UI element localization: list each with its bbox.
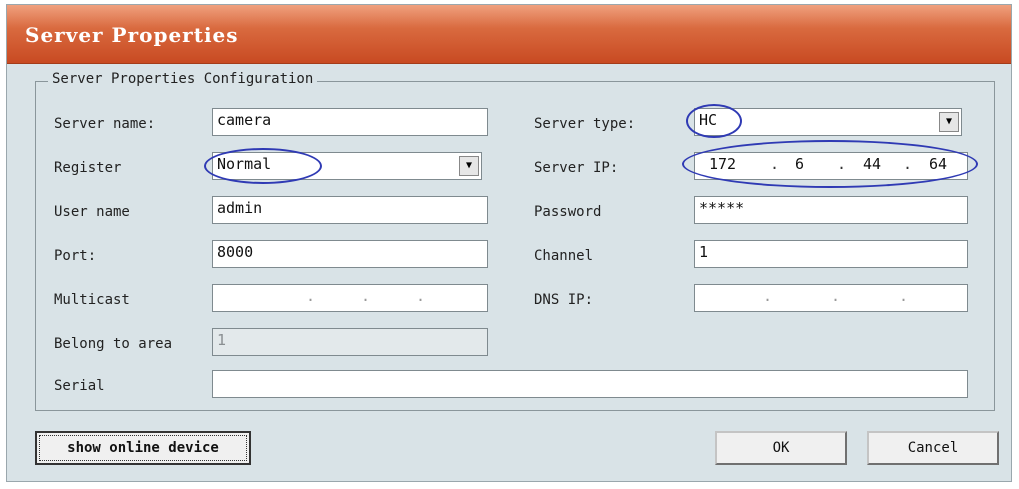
server-type-select[interactable]: HC ▼: [694, 108, 962, 136]
server-ip-input[interactable]: 172 . 6 . 44 . 64: [694, 152, 968, 180]
channel-label: Channel: [534, 248, 594, 264]
password-input[interactable]: *****: [694, 196, 968, 224]
multicast-label: Multicast: [54, 292, 130, 308]
register-value: Normal: [217, 155, 272, 173]
server-ip-octet-4[interactable]: 64: [929, 155, 947, 173]
show-online-device-button[interactable]: show online device: [35, 431, 251, 465]
server-ip-dot: .: [770, 155, 780, 173]
belong-to-area-input: 1: [212, 328, 488, 356]
group-legend: Server Properties Configuration: [48, 71, 318, 87]
register-dropdown-arrow-icon[interactable]: ▼: [459, 156, 479, 176]
server-ip-octet-3[interactable]: 44: [863, 155, 881, 173]
dialog-title: Server Properties: [25, 23, 239, 47]
server-type-label: Server type:: [534, 116, 636, 132]
dns-ip-dot: .: [899, 287, 909, 305]
server-ip-dot: .: [837, 155, 847, 173]
multicast-dot: .: [361, 287, 371, 305]
dns-ip-dot: .: [831, 287, 841, 305]
dns-ip-dot: .: [763, 287, 773, 305]
port-input[interactable]: 8000: [212, 240, 488, 268]
register-select[interactable]: Normal ▼: [212, 152, 482, 180]
password-label: Password: [534, 204, 602, 220]
port-label: Port:: [54, 248, 97, 264]
register-label: Register: [54, 160, 122, 176]
serial-label: Serial: [54, 378, 105, 394]
dns-ip-label: DNS IP:: [534, 292, 594, 308]
multicast-ip-input[interactable]: . . .: [212, 284, 488, 312]
user-name-input[interactable]: admin: [212, 196, 488, 224]
dns-ip-input[interactable]: . . .: [694, 284, 968, 312]
server-type-dropdown-arrow-icon[interactable]: ▼: [939, 112, 959, 132]
configuration-group: Server Properties Configuration Server n…: [35, 71, 995, 411]
server-ip-octet-1[interactable]: 172: [709, 155, 736, 173]
multicast-dot: .: [306, 287, 316, 305]
channel-input[interactable]: 1: [694, 240, 968, 268]
cancel-button[interactable]: Cancel: [867, 431, 999, 465]
server-name-label: Server name:: [54, 116, 156, 132]
multicast-dot: .: [416, 287, 426, 305]
server-ip-dot: .: [903, 155, 913, 173]
server-name-input[interactable]: camera: [212, 108, 488, 136]
title-bar[interactable]: Server Properties: [7, 5, 1011, 64]
server-properties-dialog: Server Properties Server Properties Conf…: [6, 4, 1012, 482]
server-ip-label: Server IP:: [534, 160, 619, 176]
ok-button[interactable]: OK: [715, 431, 847, 465]
serial-input[interactable]: [212, 370, 968, 398]
server-type-value: HC: [699, 111, 718, 129]
belong-to-area-label: Belong to area: [54, 336, 173, 352]
user-name-label: User name: [54, 204, 130, 220]
server-ip-octet-2[interactable]: 6: [795, 155, 804, 173]
